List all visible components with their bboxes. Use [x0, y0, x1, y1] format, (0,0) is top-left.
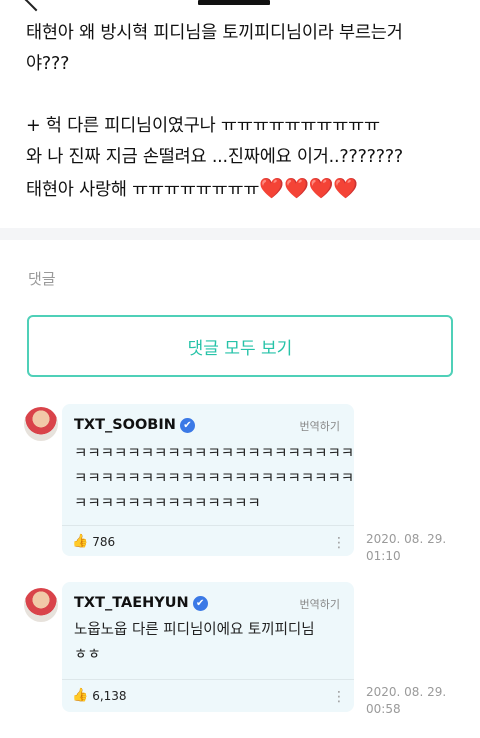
comment-bubble: TXT_SOOBIN ✔ 번역하기 ㅋㅋㅋㅋㅋㅋㅋㅋㅋㅋㅋㅋㅋㅋㅋㅋㅋㅋㅋㅋㅋ ㅋ… — [62, 404, 354, 556]
comment-time: 01:10 — [366, 549, 401, 563]
post-line: 야??? — [26, 54, 70, 74]
like-count: 786 — [92, 534, 116, 549]
comment-text: ㅋㅋㅋㅋㅋㅋㅋㅋㅋㅋㅋㅋㅋㅋ — [74, 496, 261, 512]
post-line: + 헉 다른 피디님이였구나 ㅠㅠㅠㅠㅠㅠㅠㅠㅠㅠ — [26, 116, 380, 136]
comment-author[interactable]: TXT_TAEHYUN ✔ — [74, 595, 208, 611]
comment-date: 2020. 08. 29. — [366, 532, 447, 546]
translate-button[interactable]: 번역하기 — [300, 596, 340, 612]
post-line-text: 태현아 사랑해 ㅠㅠㅠㅠㅠㅠㅠㅠ — [26, 180, 260, 200]
comments-label: 댓글 — [28, 270, 56, 288]
like-count: 6,138 — [92, 688, 127, 703]
comment-author[interactable]: TXT_SOOBIN ✔ — [74, 417, 195, 433]
avatar[interactable] — [24, 407, 58, 441]
like-button[interactable]: 👍 786 — [72, 534, 115, 549]
author-name: TXT_SOOBIN — [74, 417, 176, 433]
post-line: 태현아 왜 방시혁 피디님을 토끼피디님이라 부르는거 — [26, 23, 403, 43]
section-separator — [0, 228, 480, 240]
comment-text: ㅎㅎ — [74, 647, 101, 663]
comment-text: ㅋㅋㅋㅋㅋㅋㅋㅋㅋㅋㅋㅋㅋㅋㅋㅋㅋㅋㅋㅋㅋ — [74, 446, 355, 462]
comment-timestamp: 2020. 08. 29. 00:58 — [366, 684, 446, 718]
comment-bubble: TXT_TAEHYUN ✔ 번역하기 노웁노웁 다른 피디님이에요 토끼피디님 ㅎ… — [62, 582, 354, 712]
verified-badge-icon: ✔ — [179, 418, 195, 433]
author-name: TXT_TAEHYUN — [74, 595, 189, 611]
comment-text: 노웁노웁 다른 피디님이에요 토끼피디님 — [74, 622, 315, 638]
comment-date: 2020. 08. 29. — [366, 685, 447, 699]
comment-divider — [62, 679, 354, 680]
like-button[interactable]: 👍 6,138 — [72, 688, 127, 703]
avatar[interactable] — [24, 588, 58, 622]
verified-badge-icon: ✔ — [192, 596, 208, 611]
view-all-comments-button[interactable]: 댓글 모두 보기 — [27, 315, 453, 377]
post-line: 태현아 사랑해 ㅠㅠㅠㅠㅠㅠㅠㅠ❤️❤️❤️❤️ — [26, 173, 466, 206]
post-body: 태현아 왜 방시혁 피디님을 토끼피디님이라 부르는거 야??? + 헉 다른 … — [26, 18, 466, 206]
back-arrow-icon[interactable] — [24, 0, 48, 12]
page-title-fragment — [198, 0, 270, 5]
more-options-icon[interactable]: ⋮ — [332, 690, 346, 704]
comment-text: ㅋㅋㅋㅋㅋㅋㅋㅋㅋㅋㅋㅋㅋㅋㅋㅋㅋㅋㅋㅋㅋ — [74, 471, 355, 487]
translate-button[interactable]: 번역하기 — [300, 418, 340, 434]
more-options-icon[interactable]: ⋮ — [332, 536, 346, 550]
post-line: 와 나 진짜 지금 손떨려요 ...진짜에요 이거..??????? — [26, 147, 404, 167]
comment-time: 00:58 — [366, 702, 401, 716]
thumbs-up-icon: 👍 — [72, 688, 89, 703]
comment-divider — [62, 525, 354, 526]
heart-icon: ❤️❤️❤️❤️ — [259, 176, 359, 200]
comment-timestamp: 2020. 08. 29. 01:10 — [366, 531, 446, 565]
top-bar — [0, 0, 480, 20]
thumbs-up-icon: 👍 — [72, 534, 89, 549]
